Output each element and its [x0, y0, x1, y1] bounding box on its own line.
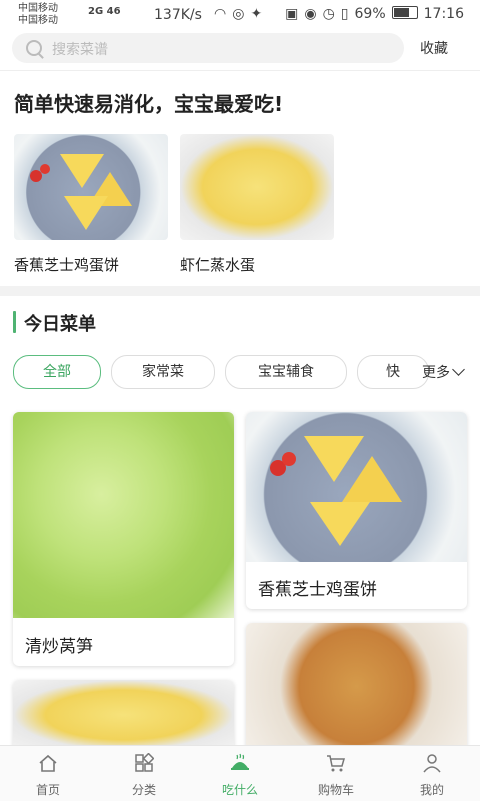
battery-icon	[391, 6, 418, 19]
recommend-title: 简单快速易消化，宝宝最爱吃!	[14, 92, 284, 116]
chip-baby-food[interactable]: 宝宝辅食	[225, 355, 347, 389]
person-icon	[423, 754, 441, 773]
eye-icon: ◉	[304, 6, 317, 22]
home-icon	[39, 754, 57, 772]
status-icons: ◠◎✦	[214, 6, 268, 22]
signal-indicator: 2G 46	[88, 6, 121, 17]
network-speed: 137K/s	[154, 7, 202, 23]
search-icon	[26, 40, 42, 56]
more-button[interactable]: 更多	[422, 362, 465, 382]
recipe-name-banana-cheese-2: 香蕉芝士鸡蛋饼	[258, 580, 377, 600]
nav-home-label: 首页	[35, 783, 60, 797]
recipe-image-noodles	[246, 623, 467, 750]
search-input[interactable]: 搜索菜谱	[52, 39, 108, 59]
hd-icon: ▣	[285, 6, 299, 22]
cart-icon	[327, 755, 345, 772]
tomato	[40, 164, 50, 174]
nav-cart-label: 购物车	[317, 783, 354, 797]
nav-cart[interactable]: 购物车	[288, 746, 384, 801]
more-label: 更多	[422, 365, 450, 381]
search-bar[interactable]: 搜索菜谱	[12, 33, 404, 63]
recipe-name-banana-cheese[interactable]: 香蕉芝士鸡蛋饼	[14, 254, 119, 275]
nav-mine[interactable]: 我的	[384, 746, 480, 801]
flame-icon: ✦	[250, 6, 269, 22]
sync-icon: ◎	[232, 6, 251, 22]
nav-category[interactable]: 分类	[96, 746, 192, 801]
recipe-name-lettuce: 清炒莴笋	[25, 637, 93, 657]
wifi-icon: ◠	[214, 6, 233, 22]
omelet-slice	[342, 456, 402, 502]
nav-home[interactable]: 首页	[0, 746, 96, 801]
recipe-name-shrimp-egg[interactable]: 虾仁蒸水蛋	[180, 254, 255, 275]
grid-icon	[135, 753, 154, 772]
nav-what-to-eat[interactable]: 吃什么	[192, 746, 288, 801]
favorites-button[interactable]: 收藏	[420, 38, 448, 58]
recipe-card-lettuce[interactable]: 清炒莴笋	[13, 412, 234, 666]
divider	[0, 70, 480, 71]
nav-mine-label: 我的	[419, 783, 444, 797]
omelet-slice	[64, 196, 108, 230]
recipe-card-banana-cheese[interactable]: 香蕉芝士鸡蛋饼	[246, 412, 467, 609]
today-menu-title: 今日菜单	[24, 314, 96, 335]
recipe-image-banana-cheese[interactable]	[14, 134, 168, 240]
recipe-image-shrimp-egg[interactable]	[180, 134, 334, 240]
omelet-slice	[310, 502, 370, 546]
tomato	[282, 452, 296, 466]
nav-what-to-eat-label: 吃什么	[221, 783, 258, 797]
carrier-1: 中国移动	[18, 3, 58, 14]
status-bar: 中国移动 中国移动 2G 46 137K/s ◠◎✦ ▣ ◉ ◷ ▯ 69% 17:16	[0, 0, 480, 30]
vibrate-icon: ▯	[340, 6, 349, 22]
dish-icon	[231, 753, 249, 770]
section-accent-bar	[13, 311, 16, 333]
recipe-image-steamed-egg	[13, 680, 234, 750]
section-separator	[0, 286, 480, 296]
recipe-image-lettuce	[13, 412, 234, 618]
chip-all[interactable]: 全部	[13, 355, 101, 389]
battery-percent: 69%	[354, 6, 386, 22]
status-right: ▣ ◉ ◷ ▯ 69% 17:16	[279, 5, 464, 22]
carrier-info: 中国移动 中国移动	[18, 3, 58, 27]
alarm-icon: ◷	[322, 6, 335, 22]
chevron-down-icon	[452, 363, 465, 376]
chip-quick[interactable]: 快	[357, 355, 429, 389]
bottom-nav: 首页 分类 吃什么 购物车 我的	[0, 745, 480, 801]
carrier-2: 中国移动	[18, 15, 58, 26]
chip-home-cooking[interactable]: 家常菜	[111, 355, 215, 389]
recipe-card-noodles[interactable]	[246, 623, 467, 750]
recipe-card-steamed-egg[interactable]	[13, 680, 234, 750]
nav-category-label: 分类	[131, 783, 156, 797]
recipe-image-banana-cheese-2	[246, 412, 467, 562]
clock: 17:16	[423, 6, 464, 22]
